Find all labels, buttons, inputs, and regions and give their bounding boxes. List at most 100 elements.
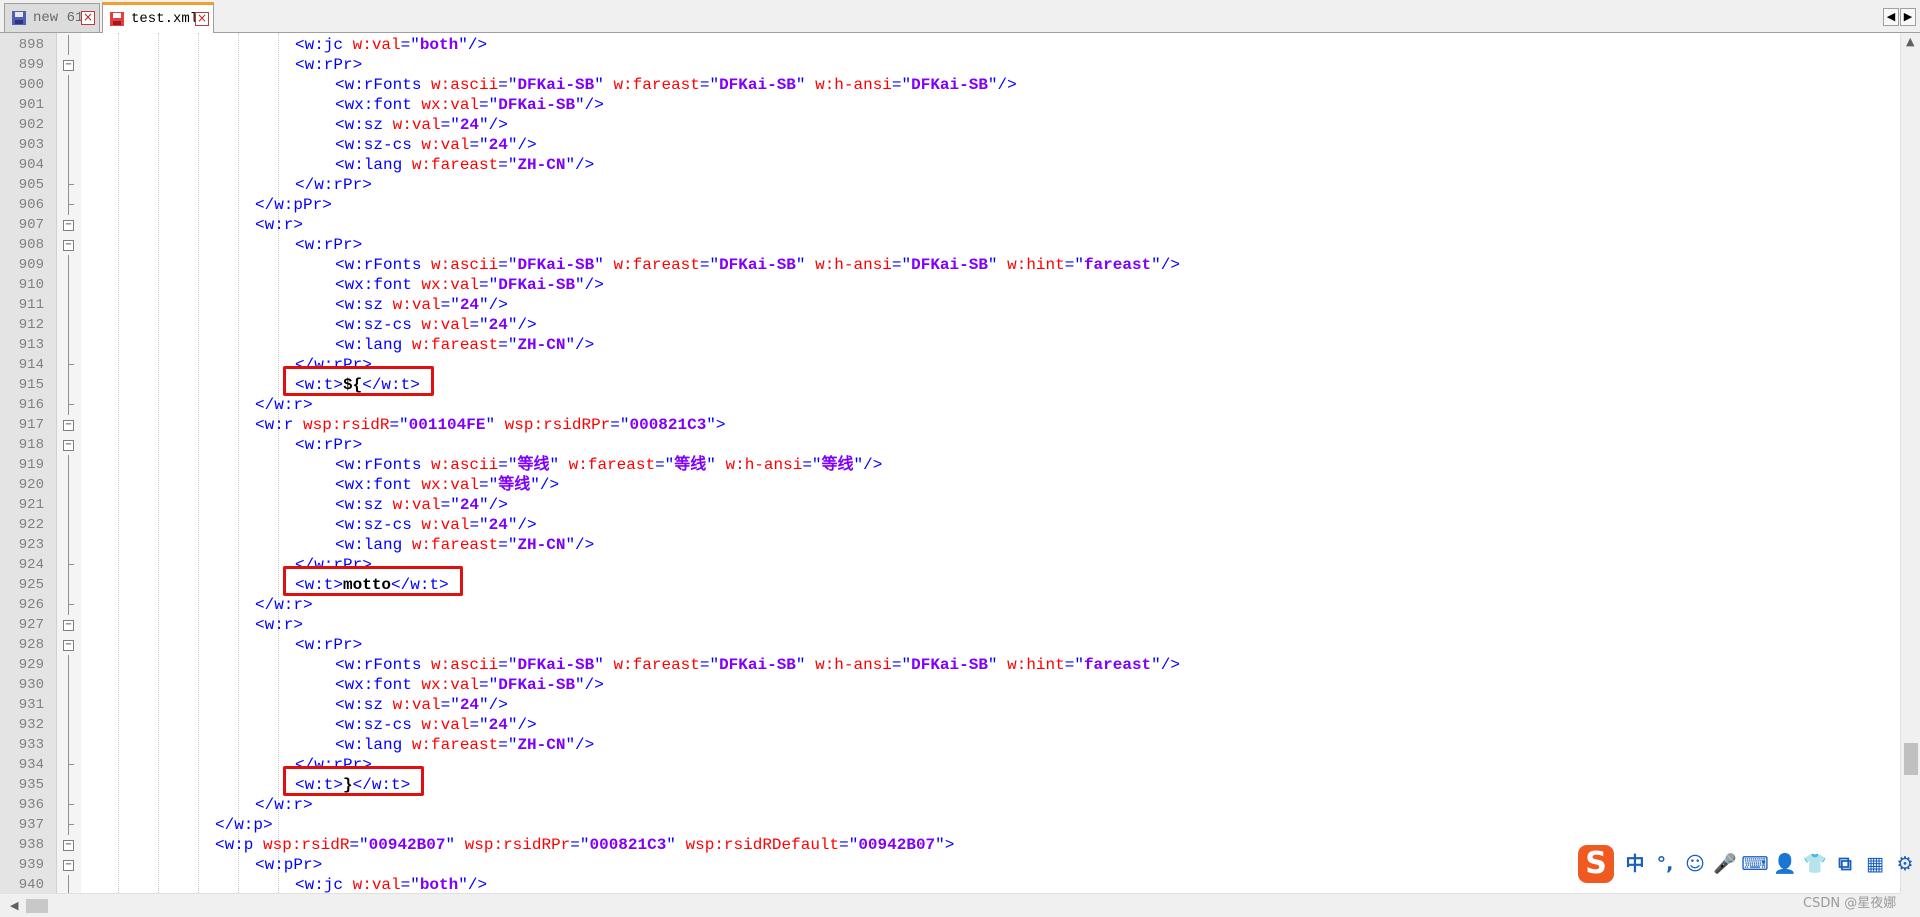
xml-tag-token: </w:r> (255, 396, 313, 414)
xml-tag-token: "/> (1151, 656, 1180, 674)
code-text: <w:sz w:val="24"/> (335, 295, 508, 315)
line-number: 909 (18, 257, 44, 273)
code-text: </w:rPr> (295, 175, 372, 195)
fold-toggle-icon[interactable]: − (63, 220, 74, 231)
xml-tag-token: <w:lang (335, 536, 412, 554)
xml-tag-token: <w:jc (295, 36, 353, 54)
fold-toggle-icon[interactable]: − (63, 420, 74, 431)
fold-line-marker (68, 75, 69, 95)
xml-tag-token: =" (498, 336, 518, 354)
fold-end-marker (68, 555, 74, 575)
microphone-icon[interactable]: 🎤 (1710, 849, 1740, 879)
scroll-left-icon[interactable]: ◀ (10, 899, 18, 912)
xml-tag-token: <w:rPr> (295, 236, 363, 254)
settings-icon[interactable]: ⚙ (1890, 849, 1920, 879)
xml-value-token: 000821C3 (589, 836, 667, 854)
chinese-mode-icon[interactable]: 中 (1620, 849, 1650, 879)
xml-value-token: 等线 (674, 456, 707, 474)
horizontal-scrollbar[interactable]: ◀ (0, 893, 1900, 917)
xml-attribute-token: w:fareast (613, 76, 700, 94)
code-text: <w:rFonts w:ascii="DFKai-SB" w:fareast="… (335, 255, 1180, 275)
fold-end-tick (68, 184, 74, 185)
xml-tag-token: "/> (507, 316, 537, 334)
code-line: 937 </w:p> (0, 815, 1900, 835)
code-text: <w:rFonts w:ascii="DFKai-SB" w:fareast="… (335, 655, 1180, 675)
xml-attribute-token: wx:val (421, 476, 480, 494)
code-line: 901 <wx:font wx:val="DFKai-SB"/> (0, 95, 1900, 115)
code-text: <w:lang w:fareast="ZH-CN"/> (335, 155, 594, 175)
code-text: <w:jc w:val="both"/> (295, 875, 487, 893)
xml-value-token: fareast (1083, 256, 1152, 274)
fold-toggle-icon[interactable]: − (63, 860, 74, 871)
fold-end-marker (68, 395, 74, 415)
xml-tag-token: "/> (458, 36, 488, 54)
vertical-scrollbar[interactable]: ▲ (1900, 33, 1920, 893)
xml-tag-token: " (594, 76, 614, 94)
tab-new-61[interactable]: new 61 × (4, 3, 100, 32)
fold-line-marker (68, 255, 69, 275)
xml-attribute-token: w:val (392, 116, 441, 134)
xml-tag-token: <w:r> (255, 616, 304, 634)
xml-tag-token: =" (469, 516, 489, 534)
xml-tag-token: =" (440, 696, 460, 714)
xml-tag-token: "/> (575, 96, 604, 114)
vertical-scroll-thumb[interactable] (1904, 743, 1918, 775)
toolbox-icon[interactable]: ⧉ (1830, 849, 1860, 879)
close-icon[interactable]: × (195, 12, 209, 26)
scroll-up-icon[interactable]: ▲ (1906, 35, 1914, 48)
xml-tag-token: =" (479, 276, 499, 294)
highlight-box (283, 566, 463, 596)
line-number: 908 (18, 237, 44, 253)
fold-line-marker (68, 315, 69, 335)
xml-attribute-token: w:h-ansi (725, 456, 803, 474)
fold-toggle-icon[interactable]: − (63, 60, 74, 71)
line-number: 925 (18, 577, 44, 593)
xml-attribute-token: w:val (392, 296, 441, 314)
xml-attribute-token: wx:val (421, 96, 480, 114)
fold-toggle-icon[interactable]: − (63, 240, 74, 251)
xml-tag-token: </w:rPr> (295, 176, 372, 194)
user-icon[interactable]: 👤 (1770, 849, 1800, 879)
xml-tag-token: =" (891, 256, 912, 274)
sogou-logo-icon[interactable]: S (1578, 845, 1614, 883)
xml-tag-token: <w:rPr> (295, 436, 363, 454)
xml-tag-token: <wx:font (335, 276, 422, 294)
keyboard-icon[interactable]: ⌨ (1740, 849, 1770, 879)
xml-tag-token: " (706, 456, 726, 474)
fold-toggle-icon[interactable]: − (63, 640, 74, 651)
code-line: 900 <w:rFonts w:ascii="DFKai-SB" w:fareas… (0, 75, 1900, 95)
xml-attribute-token: w:hint (1007, 256, 1065, 274)
tab-scroll-right-button[interactable]: ▶ (1900, 8, 1916, 26)
xml-tag-token: "/> (565, 736, 595, 754)
xml-tag-token: "> (935, 836, 955, 854)
xml-tag-token: =" (570, 836, 590, 854)
fold-toggle-icon[interactable]: − (63, 620, 74, 631)
code-line: 925 <w:t>motto</w:t> (0, 566, 1900, 596)
xml-attribute-token: w:val (352, 36, 401, 54)
close-icon[interactable]: × (81, 11, 95, 25)
emoji-icon[interactable]: ☺ (1680, 849, 1710, 879)
tab-test-xml[interactable]: test.xml × (102, 2, 214, 33)
xml-tag-token: =" (610, 416, 630, 434)
fold-toggle-icon[interactable]: − (63, 440, 74, 451)
xml-tag-token: =" (498, 456, 518, 474)
code-text: </w:r> (255, 395, 313, 415)
line-number: 928 (18, 637, 44, 653)
code-line: 935 <w:t>}</w:t> (0, 766, 1900, 796)
xml-tag-token: "/> (479, 296, 508, 314)
xml-attribute-token: w:ascii (431, 76, 499, 94)
xml-tag-token: <w:sz-cs (335, 316, 422, 334)
skin-icon[interactable]: 👕 (1800, 849, 1830, 879)
code-editor[interactable]: 898 <w:jc w:val="both"/> 899− <w:rPr> 900 <w:… (0, 33, 1900, 893)
horizontal-scroll-thumb[interactable] (26, 899, 48, 913)
tab-scroll-left-button[interactable]: ◀ (1883, 8, 1899, 26)
xml-attribute-token: w:ascii (431, 256, 499, 274)
line-number: 923 (18, 537, 44, 553)
xml-value-token: 等线 (821, 456, 854, 474)
xml-tag-token: =" (440, 116, 460, 134)
xml-tag-token: =" (891, 76, 912, 94)
punctuation-icon[interactable]: °, (1650, 849, 1680, 879)
fold-toggle-icon[interactable]: − (63, 840, 74, 851)
apps-icon[interactable]: ▦ (1860, 849, 1890, 879)
code-text: <wx:font wx:val="等线"/> (335, 475, 559, 495)
